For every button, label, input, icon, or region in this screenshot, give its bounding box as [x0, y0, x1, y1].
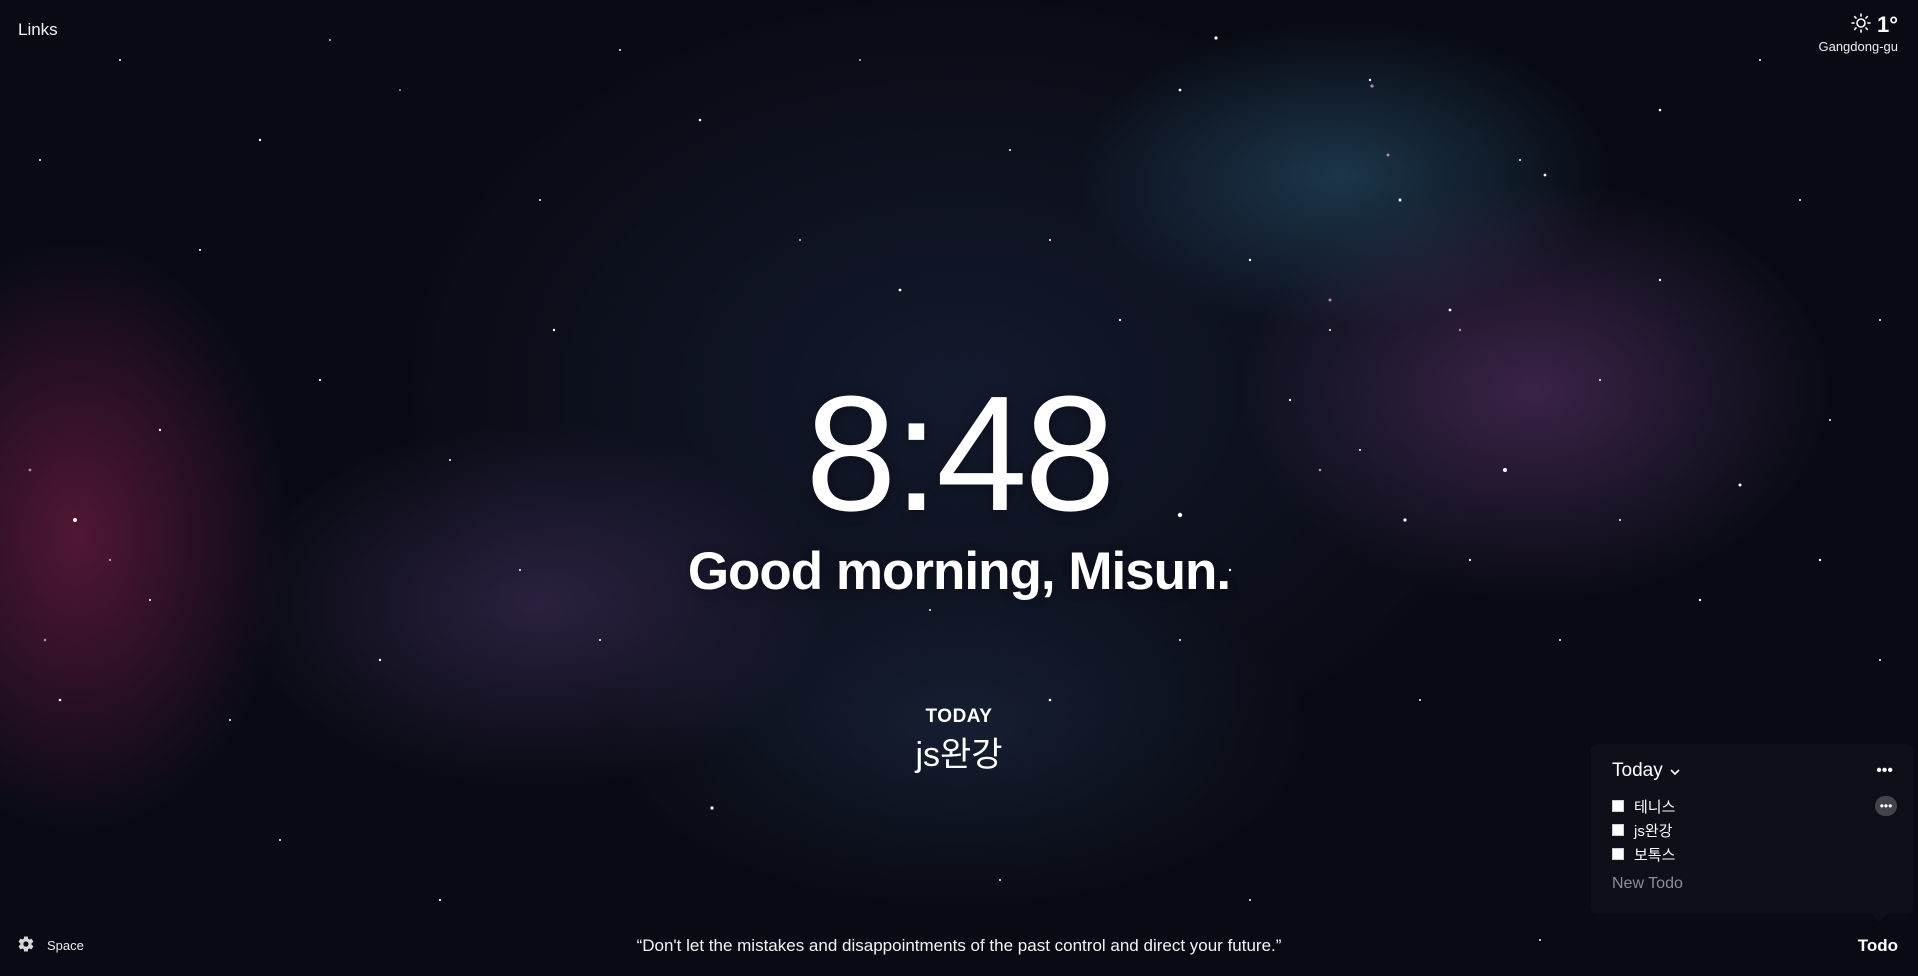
weather-widget[interactable]: 1° Gangdong-gu: [1818, 12, 1898, 54]
todo-list: 테니스 ••• js완강 보톡스: [1612, 794, 1897, 866]
weather-temperature: 1°: [1876, 12, 1898, 37]
todo-list-selector[interactable]: Today: [1612, 760, 1681, 782]
todo-checkbox[interactable]: [1612, 848, 1624, 860]
todo-item-label: 보톡스: [1634, 846, 1676, 864]
todo-item[interactable]: js완강: [1612, 818, 1893, 842]
todo-panel: Today ••• 테니스 ••• js완강 보톡스: [1591, 744, 1913, 922]
todo-item-label: js완강: [1634, 822, 1673, 840]
new-todo-input[interactable]: [1612, 875, 1893, 893]
todo-panel-title: Today: [1612, 760, 1663, 781]
todo-toggle-button[interactable]: Todo: [1858, 936, 1898, 956]
greeting[interactable]: Good morning, Misun.: [0, 542, 1918, 602]
todo-checkbox[interactable]: [1612, 824, 1624, 836]
quote-text[interactable]: “Don't let the mistakes and disappointme…: [0, 936, 1918, 956]
todo-item-label: 테니스: [1634, 798, 1676, 816]
todo-checkbox[interactable]: [1612, 800, 1624, 812]
focus-label: TODAY: [925, 706, 993, 727]
todo-panel-more-icon[interactable]: •••: [1876, 763, 1893, 779]
weather-location: Gangdong-gu: [1818, 39, 1898, 54]
todo-item[interactable]: 테니스 •••: [1612, 794, 1897, 818]
todo-item[interactable]: 보톡스: [1612, 842, 1893, 866]
todo-header: Today •••: [1612, 758, 1893, 784]
clock: 8:48: [805, 362, 1115, 545]
links-button[interactable]: Links: [18, 20, 58, 40]
todo-item-more-icon[interactable]: •••: [1875, 796, 1897, 816]
sun-icon: [1851, 12, 1871, 38]
chevron-down-icon: [1669, 760, 1681, 782]
